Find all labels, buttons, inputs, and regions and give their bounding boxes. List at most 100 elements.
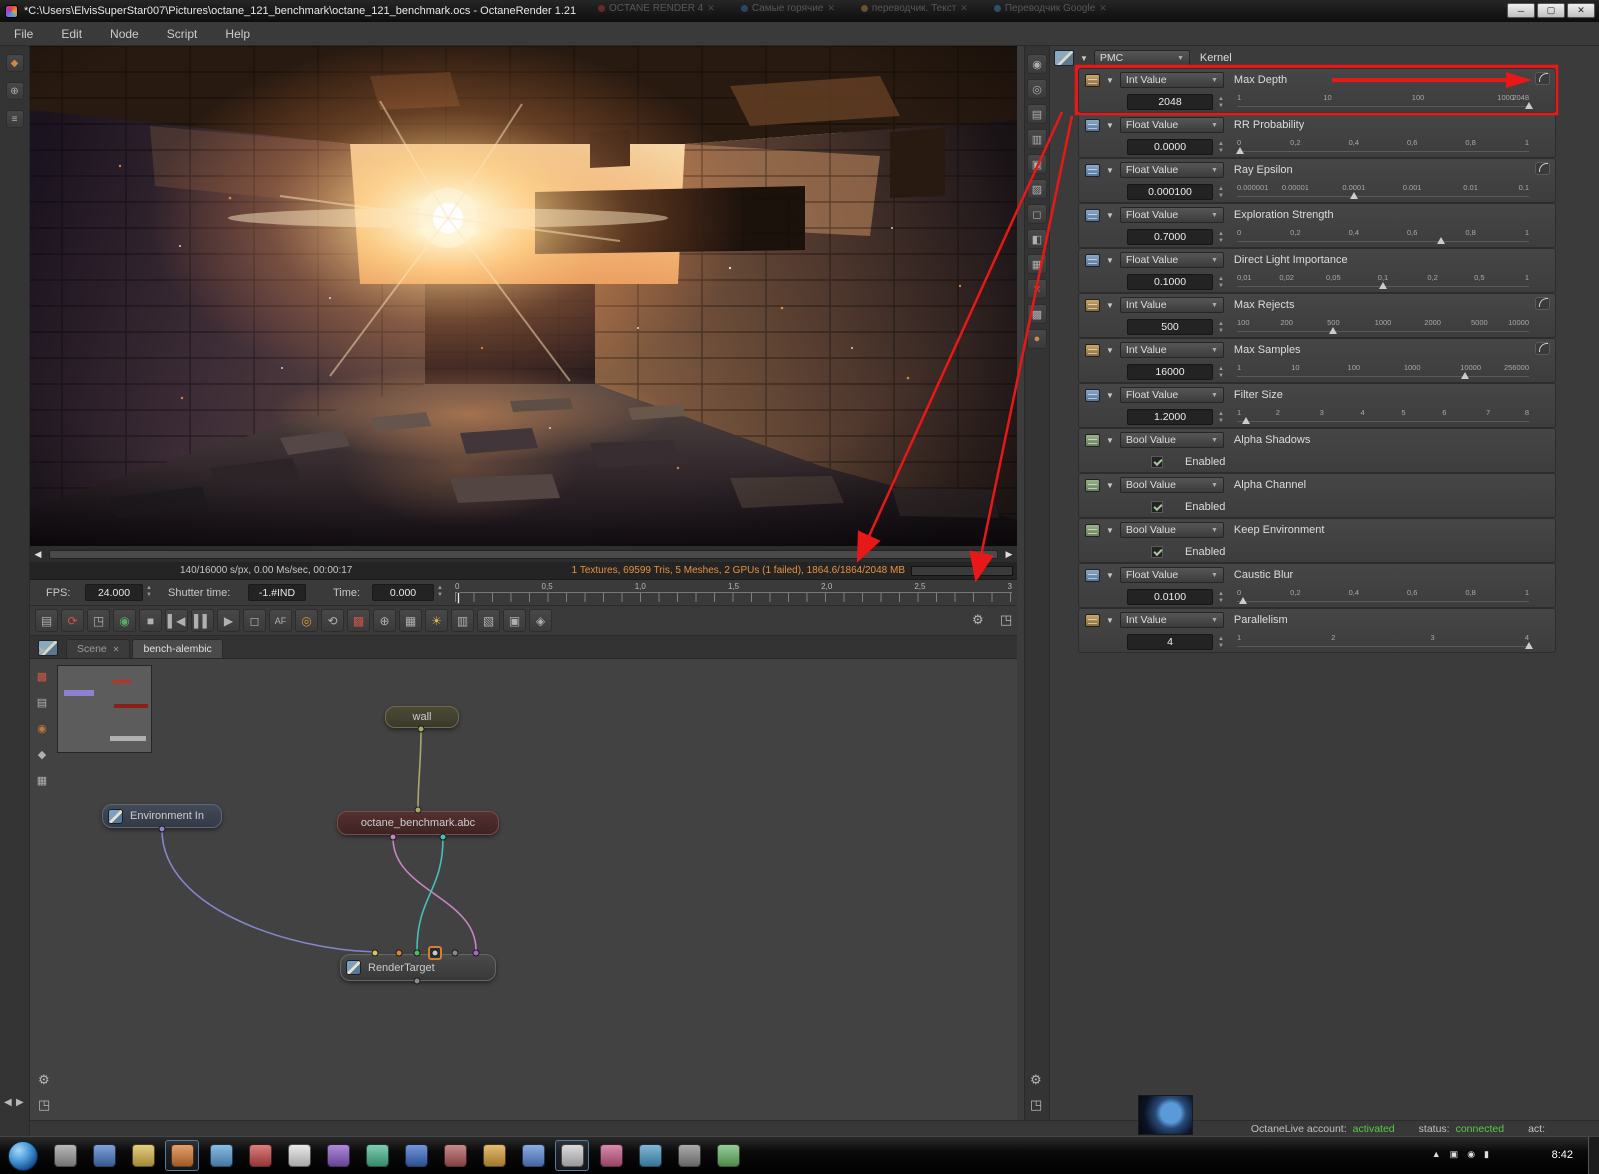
stepper-down-icon[interactable]: ▼ <box>1218 103 1224 110</box>
layout-icon[interactable]: ▦ <box>399 609 422 632</box>
value-stepper[interactable]: ▲ ▼ <box>1218 96 1224 110</box>
stepper-down-icon[interactable]: ▼ <box>1218 193 1224 200</box>
collapse-arrow-icon[interactable]: ▼ <box>1080 54 1088 63</box>
menu-script[interactable]: Script <box>167 27 198 41</box>
scroll-left-icon[interactable]: ◀ <box>30 549 46 560</box>
value-stepper[interactable]: ▲ ▼ <box>1218 411 1224 425</box>
value-type-dropdown[interactable]: Float Value ▼ <box>1119 387 1224 403</box>
film-settings-icon[interactable]: ▤ <box>1027 104 1047 124</box>
taskbar-app[interactable] <box>477 1140 511 1171</box>
material-icon[interactable]: ▩ <box>32 666 52 686</box>
value-stepper[interactable]: ▲ ▼ <box>1218 591 1224 605</box>
time-field[interactable]: 0.000 <box>372 584 434 601</box>
skip-start-icon[interactable]: ▌◀ <box>165 609 188 632</box>
stepper-up-icon[interactable]: ▲ <box>1218 321 1224 328</box>
slider-marker[interactable] <box>1437 236 1446 244</box>
close-button[interactable]: ✕ <box>1567 3 1595 18</box>
tab-close-icon[interactable]: ✕ <box>113 645 120 654</box>
material-ball-icon[interactable]: ◉ <box>113 609 136 632</box>
value-type-dropdown[interactable]: Float Value ▼ <box>1119 567 1224 583</box>
slider-marker[interactable] <box>1349 191 1358 199</box>
value-type-dropdown[interactable]: Float Value ▼ <box>1119 162 1224 178</box>
inspector-wrench-icon[interactable]: ⚙ <box>1030 1072 1042 1088</box>
paint-icon[interactable]: ● <box>1027 329 1047 349</box>
stepper-down-icon[interactable]: ▼ <box>1218 643 1224 650</box>
taskbar-app[interactable] <box>165 1140 199 1171</box>
focus-pick-icon[interactable]: ◎ <box>295 609 318 632</box>
value-field[interactable]: 2048 ▲ ▼ <box>1127 93 1224 110</box>
stepper-down-icon[interactable]: ▼ <box>1218 148 1224 155</box>
panel-prev-icon[interactable]: ◀ <box>4 1097 12 1108</box>
slider-marker[interactable] <box>1235 146 1244 154</box>
stepper-down-icon[interactable]: ▼ <box>1218 238 1224 245</box>
stepper-up-icon[interactable]: ▲ <box>1218 591 1224 598</box>
param-slider[interactable]: 100 200 500 1000 2000 5000 10000 <box>1237 317 1529 337</box>
param-slider[interactable]: 0.000001 0.00001 0.0001 0.001 0.01 0.1 <box>1237 182 1529 202</box>
value-type-dropdown[interactable]: Float Value ▼ <box>1119 117 1224 133</box>
texture-icon[interactable]: ◉ <box>32 718 52 738</box>
tray-expand-icon[interactable]: ▲ <box>1432 1149 1441 1160</box>
fps-field[interactable]: 24.000 <box>85 584 143 601</box>
collapse-arrow-icon[interactable]: ▼ <box>1106 571 1114 580</box>
af-icon[interactable]: AF <box>269 609 292 632</box>
checkbox[interactable] <box>1151 500 1163 513</box>
collapse-arrow-icon[interactable]: ▼ <box>1106 301 1114 310</box>
value-stepper[interactable]: ▲ ▼ <box>1218 366 1224 380</box>
network-icon[interactable]: ▮ <box>1484 1149 1489 1160</box>
copy-icon[interactable]: ▥ <box>451 609 474 632</box>
stepper-down-icon[interactable]: ▼ <box>1218 283 1224 290</box>
tab-bench-alembic[interactable]: bench-alembic <box>132 639 223 658</box>
menu-node[interactable]: Node <box>110 27 139 41</box>
log-scale-icon[interactable] <box>1535 162 1550 175</box>
taskbar-app[interactable] <box>87 1140 121 1171</box>
value-field[interactable]: 4 ▲ ▼ <box>1127 633 1224 650</box>
film-icon[interactable]: ▤ <box>32 692 52 712</box>
collapse-arrow-icon[interactable]: ▼ <box>1106 481 1114 490</box>
stepper-up-icon[interactable]: ▲ <box>1218 231 1224 238</box>
grid-icon[interactable]: ▩ <box>1027 304 1047 324</box>
value-type-dropdown[interactable]: Int Value ▼ <box>1119 342 1224 358</box>
taskbar-clock[interactable]: 8:42 <box>1552 1149 1573 1161</box>
kernel-type-dropdown[interactable]: PMC ▼ <box>1093 50 1190 66</box>
param-slider[interactable]: 0 0,2 0,4 0,6 0,8 1 <box>1237 587 1529 607</box>
node-pin[interactable] <box>417 725 425 733</box>
log-scale-icon[interactable] <box>1535 72 1550 85</box>
start-button[interactable] <box>8 1141 38 1171</box>
taskbar-app[interactable] <box>204 1140 238 1171</box>
value-field[interactable]: 0.0000 ▲ ▼ <box>1127 138 1224 155</box>
slider-marker[interactable] <box>1460 371 1469 379</box>
taskbar-app[interactable] <box>360 1140 394 1171</box>
node-pin[interactable] <box>413 949 421 957</box>
value-stepper[interactable]: ▲ ▼ <box>1218 276 1224 290</box>
scrollbar-track[interactable] <box>49 549 998 559</box>
param-slider[interactable]: 1 2 3 4 5 6 7 8 <box>1237 407 1529 427</box>
search-icon[interactable]: ⊕ <box>5 82 24 100</box>
scroll-right-icon[interactable]: ▶ <box>1001 549 1017 560</box>
render-target-icon[interactable]: ◉ <box>1027 54 1047 74</box>
stepper-down-icon[interactable]: ▼ <box>1218 373 1224 380</box>
shutter-field[interactable]: -1.#IND <box>248 584 306 601</box>
param-slider[interactable]: 0 0,2 0,4 0,6 0,8 1 <box>1237 227 1529 247</box>
value-type-dropdown[interactable]: Bool Value ▼ <box>1119 522 1224 538</box>
fullscreen-icon[interactable]: ◳ <box>1000 612 1012 628</box>
taskbar-app[interactable] <box>672 1140 706 1171</box>
node-environment-in[interactable]: Environment In <box>102 804 222 828</box>
node-pin[interactable] <box>451 949 459 957</box>
picture-icon[interactable]: ▦ <box>1027 254 1047 274</box>
value-stepper[interactable]: ▲ ▼ <box>1218 141 1224 155</box>
taskbar-app[interactable] <box>555 1140 589 1171</box>
minimize-button[interactable]: ─ <box>1507 3 1535 18</box>
stepper-up-icon[interactable]: ▲ <box>1218 96 1224 103</box>
resolution-icon[interactable]: ▥ <box>1027 129 1047 149</box>
region-render-icon[interactable]: ▩ <box>347 609 370 632</box>
nodegraph-canvas[interactable]: wall Environment In octane_benchmark.abc Re… <box>30 659 1017 1120</box>
menu-help[interactable]: Help <box>225 27 250 41</box>
stepper-up-icon[interactable]: ▲ <box>1218 141 1224 148</box>
checkbox[interactable] <box>1151 545 1163 558</box>
value-field[interactable]: 16000 ▲ ▼ <box>1127 363 1224 380</box>
display-icon[interactable]: ◻ <box>243 609 266 632</box>
stepper-up-icon[interactable]: ▲ <box>1218 186 1224 193</box>
value-stepper[interactable]: ▲ ▼ <box>1218 186 1224 200</box>
save-icon[interactable]: ▤ <box>35 609 58 632</box>
value-field[interactable]: 1.2000 ▲ ▼ <box>1127 408 1224 425</box>
